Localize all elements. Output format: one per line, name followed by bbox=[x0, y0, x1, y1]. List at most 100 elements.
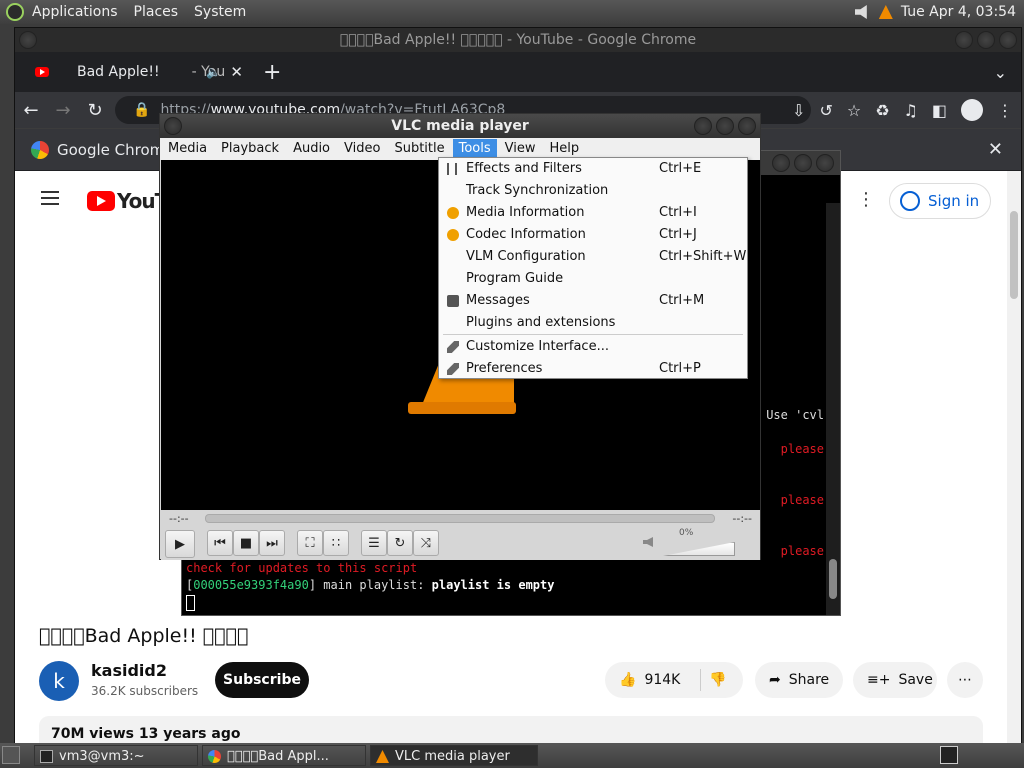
channel-name[interactable]: kasidid2 bbox=[91, 661, 167, 680]
page-scroll-thumb[interactable] bbox=[1010, 211, 1018, 299]
menu-item-media-info[interactable]: Media Information Ctrl+I bbox=[439, 202, 747, 224]
total-time[interactable]: --:-- bbox=[732, 512, 752, 525]
taskbar-item-chrome[interactable]: 􀀀􀀀􀀀􀀀Bad Appl... bbox=[202, 745, 366, 766]
dislike-button[interactable]: 👎 bbox=[709, 672, 726, 688]
play-button[interactable]: ▶ bbox=[165, 530, 195, 558]
vlc-tray-icon[interactable] bbox=[878, 5, 893, 19]
menu-tools[interactable]: Tools bbox=[452, 139, 497, 159]
tab-search-chevron-icon[interactable]: ⌄ bbox=[994, 63, 1007, 82]
menu-item-program-guide[interactable]: Program Guide bbox=[439, 268, 747, 290]
side-panel-icon[interactable]: ◧ bbox=[932, 101, 947, 120]
like-button[interactable]: 👍 914K bbox=[619, 672, 680, 688]
volume-slider[interactable]: 0% bbox=[663, 528, 737, 556]
distro-logo-icon[interactable] bbox=[6, 3, 24, 21]
mute-speaker-icon[interactable] bbox=[643, 537, 653, 547]
hamburger-menu-icon[interactable] bbox=[41, 191, 59, 205]
tab-close-icon[interactable]: ✕ bbox=[230, 63, 243, 81]
places-menu[interactable]: Places bbox=[126, 4, 187, 20]
reload-icon[interactable]: ↻ bbox=[79, 100, 111, 121]
share-button[interactable]: ➦ Share bbox=[755, 662, 843, 698]
volume-icon[interactable] bbox=[854, 5, 867, 19]
taskbar-item-vlc[interactable]: VLC media player bbox=[370, 745, 538, 766]
menu-item-label: Codec Information bbox=[466, 227, 586, 242]
menu-subtitle[interactable]: Subtitle bbox=[388, 139, 450, 159]
show-desktop-icon[interactable] bbox=[2, 746, 20, 764]
terminal-scrollbar[interactable] bbox=[826, 203, 840, 615]
vlc-minimize-button[interactable] bbox=[694, 117, 712, 135]
menu-video[interactable]: Video bbox=[338, 139, 386, 159]
menu-item-messages[interactable]: Messages Ctrl+M bbox=[439, 290, 747, 312]
menu-item-effects-filters[interactable]: Effects and Filters Ctrl+E bbox=[439, 158, 747, 180]
terminal-minimize-button[interactable] bbox=[772, 154, 790, 172]
minimize-button[interactable] bbox=[955, 31, 973, 49]
menu-item-vlm-config[interactable]: VLM Configuration Ctrl+Shift+W bbox=[439, 246, 747, 268]
profile-avatar-icon[interactable] bbox=[961, 99, 983, 121]
fullscreen-button[interactable]: ⛶ bbox=[297, 530, 323, 556]
lock-icon[interactable]: 🔒 bbox=[133, 102, 150, 118]
next-button[interactable]: ⏭ bbox=[259, 530, 285, 556]
system-menu[interactable]: System bbox=[186, 4, 254, 20]
tab-audio-icon[interactable]: 🔈 bbox=[206, 65, 221, 79]
forward-icon[interactable]: → bbox=[47, 100, 79, 121]
window-menu-button[interactable] bbox=[19, 31, 37, 49]
new-tab-icon[interactable]: + bbox=[263, 60, 281, 85]
playlist-button[interactable]: ☰ bbox=[361, 530, 387, 556]
terminal-scroll-thumb[interactable] bbox=[829, 559, 837, 599]
terminal-close-button[interactable] bbox=[816, 154, 834, 172]
terminal-maximize-button[interactable] bbox=[794, 154, 812, 172]
chrome-titlebar[interactable]: 􀀀􀀀􀀀􀀀Bad Apple!! 􀀀􀀀􀀀􀀀􀀀 - YouTube - Google… bbox=[15, 28, 1021, 52]
menu-item-plugins[interactable]: Plugins and extensions bbox=[439, 312, 747, 334]
chrome-menu-icon[interactable]: ⋮ bbox=[997, 101, 1013, 120]
menu-item-preferences[interactable]: Preferences Ctrl+P bbox=[439, 358, 747, 380]
sign-in-button[interactable]: Sign in bbox=[889, 183, 991, 219]
subscribe-button[interactable]: Subscribe bbox=[215, 662, 309, 698]
close-button[interactable] bbox=[999, 31, 1017, 49]
more-actions-button[interactable]: ⋯ bbox=[947, 662, 983, 698]
save-button[interactable]: ≡+ Save bbox=[853, 662, 937, 698]
menu-media[interactable]: Media bbox=[162, 139, 213, 159]
extended-settings-button[interactable]: ∷ bbox=[323, 530, 349, 556]
clock[interactable]: Tue Apr 4, 03:54 bbox=[901, 4, 1016, 20]
taskbar-item-terminal[interactable]: vm3@vm3:~ bbox=[34, 745, 198, 766]
maximize-button[interactable] bbox=[977, 31, 995, 49]
thumbs-up-icon: 👍 bbox=[619, 672, 637, 688]
shuffle-button[interactable]: ⤨ bbox=[413, 530, 439, 556]
menu-item-codec-info[interactable]: Codec Information Ctrl+J bbox=[439, 224, 747, 246]
menu-playback[interactable]: Playback bbox=[215, 139, 285, 159]
page-scrollbar[interactable] bbox=[1007, 171, 1021, 744]
menu-help[interactable]: Help bbox=[544, 139, 586, 159]
vlc-titlebar[interactable]: VLC media player bbox=[160, 114, 760, 138]
infobar-close-icon[interactable]: ✕ bbox=[988, 139, 1003, 160]
stop-button[interactable]: ■ bbox=[233, 530, 259, 556]
settings-kebab-icon[interactable]: ⋮ bbox=[857, 189, 875, 210]
back-icon[interactable]: ← bbox=[15, 100, 47, 121]
tab-youtube[interactable]: Bad Apple!! - You 🔈 ✕ bbox=[25, 56, 255, 88]
loop-button[interactable]: ↻ bbox=[387, 530, 413, 556]
share-icon[interactable]: ↺ bbox=[819, 101, 832, 120]
menu-audio[interactable]: Audio bbox=[287, 139, 336, 159]
menu-item-shortcut: Ctrl+Shift+W bbox=[659, 249, 747, 264]
elapsed-time[interactable]: --:-- bbox=[169, 512, 189, 525]
previous-button[interactable]: ⏮ bbox=[207, 530, 233, 556]
vlc-close-button[interactable] bbox=[738, 117, 756, 135]
vlc-window-menu-button[interactable] bbox=[164, 117, 182, 135]
menu-item-track-sync[interactable]: Track Synchronization bbox=[439, 180, 747, 202]
extensions-icon[interactable]: ♻ bbox=[875, 101, 889, 120]
vlc-maximize-button[interactable] bbox=[716, 117, 734, 135]
menu-view[interactable]: View bbox=[499, 139, 542, 159]
install-icon[interactable]: ⇩ bbox=[792, 101, 805, 120]
workspace-switcher[interactable] bbox=[940, 746, 958, 764]
menu-item-label: Customize Interface... bbox=[466, 339, 609, 354]
seek-slider[interactable] bbox=[205, 514, 715, 523]
applications-menu[interactable]: Applications bbox=[24, 4, 126, 20]
vlc-cone-icon bbox=[376, 750, 389, 763]
description-box[interactable]: 70M views 13 years ago bbox=[39, 716, 983, 744]
media-controls-icon[interactable]: ♫ bbox=[904, 101, 918, 120]
vlc-title: VLC media player bbox=[391, 118, 529, 134]
menu-item-label: Preferences bbox=[466, 361, 543, 376]
bookmark-star-icon[interactable]: ☆ bbox=[847, 101, 861, 120]
taskbar-label: vm3@vm3:~ bbox=[59, 749, 145, 764]
thumbs-down-icon: 👎 bbox=[709, 672, 727, 688]
menu-item-customize-interface[interactable]: Customize Interface... bbox=[439, 336, 747, 358]
channel-avatar[interactable]: k bbox=[39, 661, 79, 701]
